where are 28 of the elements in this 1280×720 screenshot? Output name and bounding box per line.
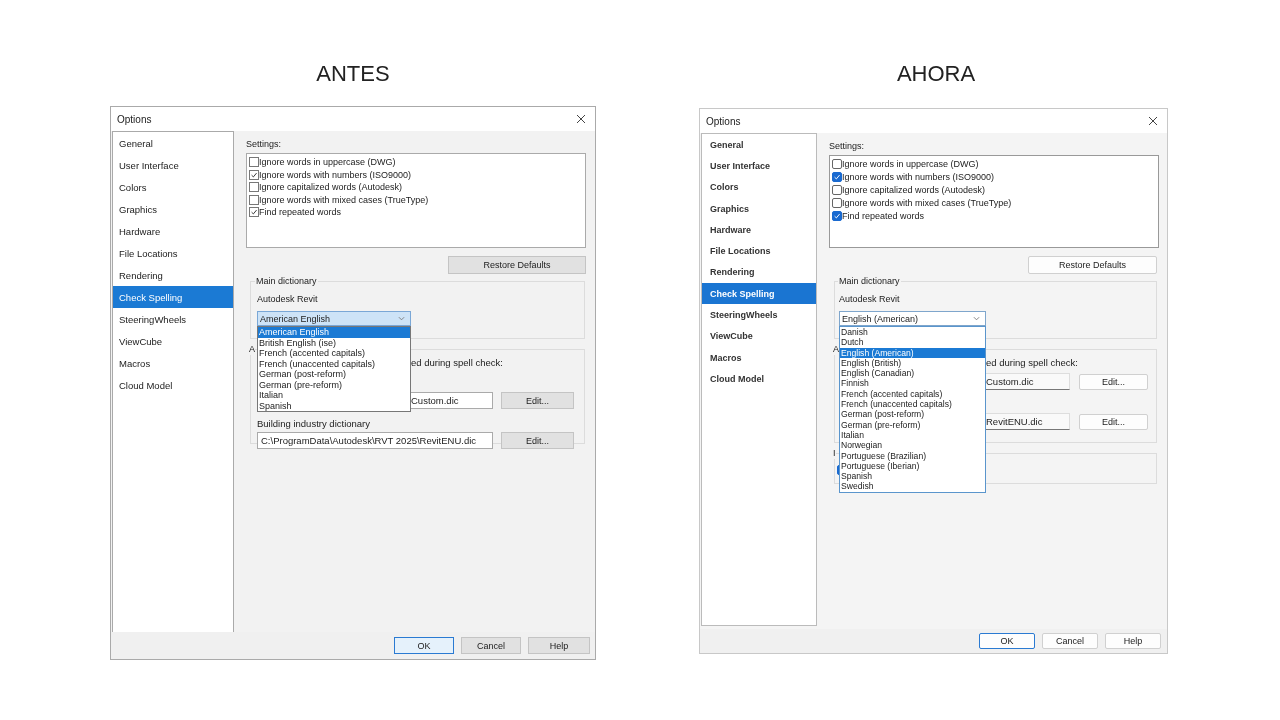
- group-legend: Main dictionary: [255, 276, 318, 287]
- checkbox-label: Ignore capitalized words (Autodesk): [842, 185, 986, 195]
- settings-label: Settings:: [829, 140, 866, 152]
- dictionary-note: ed during spell check:: [986, 357, 1079, 369]
- group-legend: Main dictionary: [838, 276, 901, 287]
- dropdown-value: English (American): [842, 313, 919, 324]
- comparison-heading: ANTES: [315, 60, 391, 88]
- group-legend: A: [249, 344, 255, 355]
- window-title: Options: [706, 115, 741, 127]
- checkbox-label: Find repeated words: [259, 207, 342, 218]
- checkbox-label: Ignore words in uppercase (DWG): [842, 159, 979, 170]
- dictionary-label: Autodesk Revit: [257, 293, 319, 305]
- checkbox-label: Ignore words with mixed cases (TrueType): [842, 197, 1012, 208]
- checkbox-label: Ignore words with numbers (ISO9000): [259, 169, 412, 180]
- checkbox-label: Ignore words in uppercase (DWG): [259, 157, 396, 168]
- checkbox-label: Ignore capitalized words (Autodesk): [259, 182, 403, 193]
- comparison-heading: AHORA: [895, 60, 977, 88]
- group-legend: I: [833, 448, 836, 459]
- window-title: Options: [117, 113, 152, 125]
- dictionary-note: ed during spell check:: [411, 357, 504, 369]
- checkbox-label: Find repeated words: [842, 210, 925, 221]
- group-legend: A: [833, 344, 839, 355]
- checkbox-label: Ignore words with numbers (ISO9000): [842, 172, 995, 183]
- settings-label: Settings:: [246, 138, 283, 150]
- dictionary-label: Building industry dictionary: [257, 418, 371, 430]
- dropdown-value: American English: [260, 313, 331, 324]
- checkbox-label: Ignore words with mixed cases (TrueType): [259, 194, 429, 205]
- dictionary-label: Autodesk Revit: [839, 293, 901, 305]
